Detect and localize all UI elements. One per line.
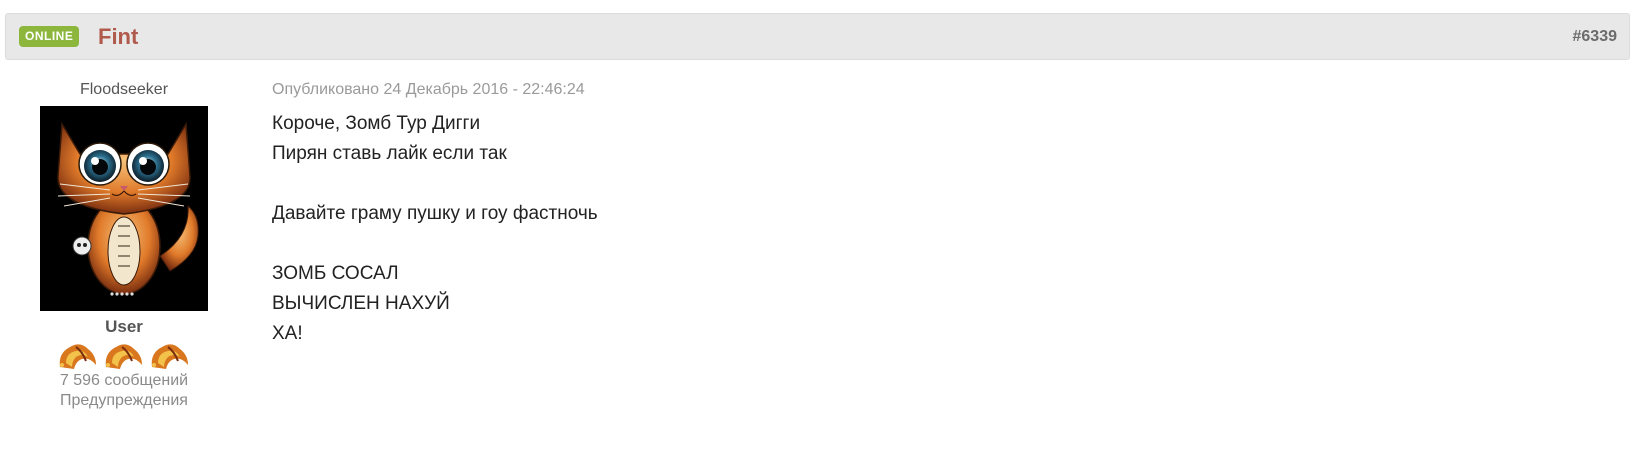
author-post-count: 7 596 сообщений	[59, 372, 189, 389]
post-content-line: Пирян ставь лайк если так	[272, 143, 507, 164]
online-status-badge: ONLINE	[19, 26, 80, 47]
rank-icons	[20, 339, 228, 371]
author-group-title: Floodseeker	[79, 81, 169, 98]
post-date: Опубликовано 24 Декабрь 2016 - 22:46:24	[272, 81, 585, 98]
post-content-line: Короче, Зомб Тур Дигги	[272, 113, 481, 134]
post-content-line: ЗОМБ СОСАЛ	[272, 263, 399, 284]
post-header: ONLINE Fint #6339	[5, 13, 1630, 60]
post-content-line: ХА!	[272, 323, 303, 344]
post-content-line: Давайте граму пушку и гоу фастночь	[272, 203, 598, 224]
author-name-link[interactable]: Fint	[98, 24, 138, 50]
post-number-link[interactable]: #6339	[1573, 27, 1618, 47]
author-warnings-link[interactable]: Предупреждения	[20, 391, 228, 411]
flame-rank-icon	[59, 344, 96, 369]
post-content-line	[272, 169, 1612, 199]
flame-rank-icon	[151, 344, 188, 369]
author-rank: User	[105, 317, 143, 336]
avatar[interactable]	[40, 106, 208, 311]
post-body: Опубликовано 24 Декабрь 2016 - 22:46:24 …	[272, 80, 1612, 349]
post-content-line: ВЫЧИСЛЕН НАХУЙ	[272, 293, 450, 314]
post-content: Короче, Зомб Тур Дигги Пирян ставь лайк …	[272, 109, 1612, 349]
forum-post: ONLINE Fint #6339 Floodseeker User 7 596…	[0, 0, 1635, 476]
flame-rank-icon	[105, 344, 142, 369]
author-info: Floodseeker User 7 596 сообщений Предупр…	[20, 80, 228, 411]
post-content-line	[272, 229, 1612, 259]
